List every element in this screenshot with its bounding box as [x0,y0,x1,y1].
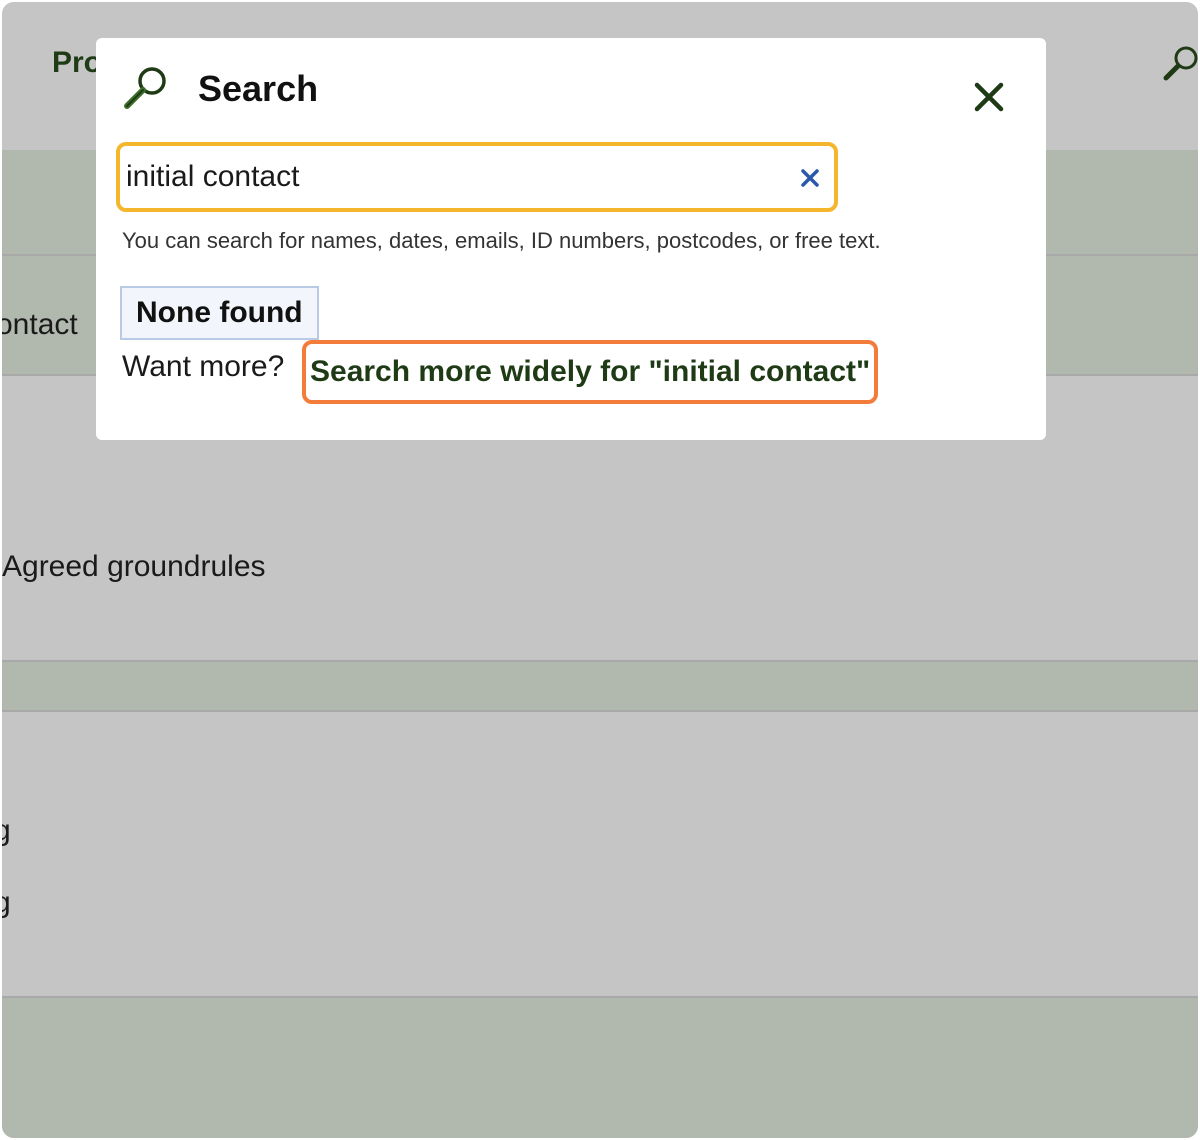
search-input[interactable] [126,154,786,200]
close-icon[interactable] [972,80,1006,114]
search-dialog: Search You can search for names, dates, … [96,38,1046,440]
clear-icon[interactable] [798,166,822,190]
search-field[interactable] [116,142,838,212]
section-band [2,998,1198,1138]
content-panel [2,712,1198,996]
search-hint: You can search for names, dates, emails,… [122,228,881,253]
row-label: g [2,886,11,919]
row-label: g [2,814,11,847]
no-results-badge: None found [120,286,319,340]
row-label: ontact [2,308,78,341]
search-more-widely-link[interactable]: Search more widely for "initial contact" [302,340,879,404]
row-label: Agreed groundrules [2,550,266,583]
magnifier-icon [124,67,166,109]
want-more-label: Want more? [122,350,285,383]
nav-label[interactable]: Pro [52,46,102,80]
section-band [2,662,1198,710]
dialog-title: Search [198,68,319,109]
search-icon[interactable] [1162,44,1198,84]
